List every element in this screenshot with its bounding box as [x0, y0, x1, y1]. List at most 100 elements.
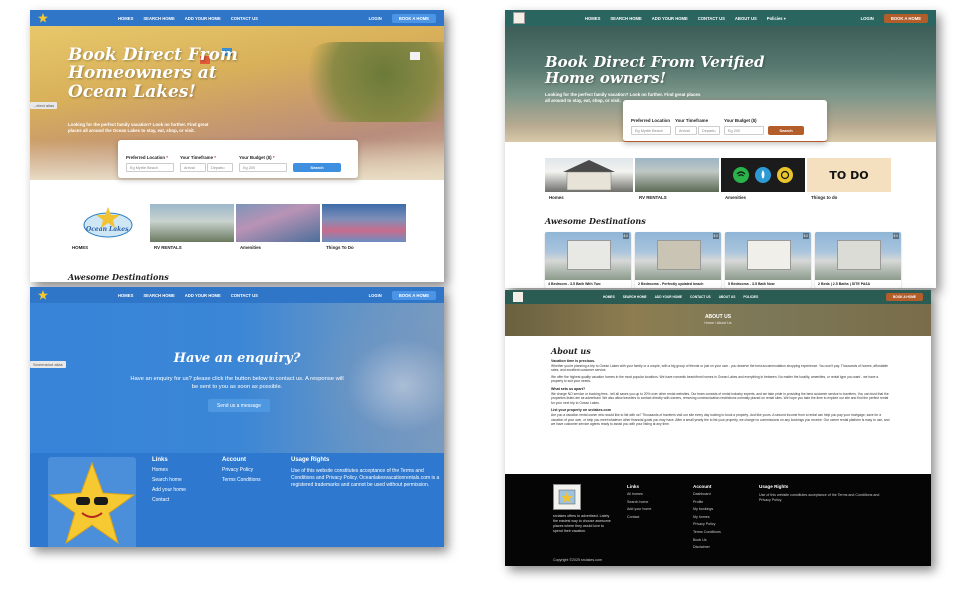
amenities-image — [236, 204, 320, 242]
wifi-icon — [733, 167, 749, 183]
nav-policies-label: Policies — [766, 15, 783, 21]
destination-title: 4 Bedroom - 3.5 Bath With Two — [548, 282, 601, 286]
nav-add-your-home[interactable]: ADD YOUR HOME — [185, 16, 221, 21]
footer-link-homes[interactable]: Homes — [152, 468, 186, 473]
arrival-input[interactable]: Arrival — [180, 163, 206, 172]
category-rv-rentals[interactable]: RV RENTALS — [150, 204, 234, 252]
category-things-to-do[interactable]: TO DO Things to do — [807, 158, 891, 202]
departure-input[interactable]: Departu — [207, 163, 233, 172]
category-amenities-label: Amenities — [240, 245, 261, 250]
footer-link-search-home[interactable]: Search home — [152, 478, 186, 483]
login-link[interactable]: LOGIN — [369, 16, 382, 21]
location-input[interactable]: Eg Myrtle Beach — [631, 126, 671, 135]
nav-contact-us[interactable]: CONTACT US — [231, 16, 258, 21]
category-rv-rentals[interactable]: RV RENTALS — [635, 158, 719, 202]
category-homes[interactable]: Homes — [545, 158, 633, 202]
enquiry-title: Have an enquiry? — [173, 351, 301, 366]
arrival-input[interactable]: Arrival — [675, 126, 697, 135]
nav-policies[interactable]: Policies ▾ — [767, 16, 786, 21]
category-things-to-do-label: Things to do — [811, 195, 838, 200]
nav-homes[interactable]: HOMES — [118, 293, 133, 298]
nav-add-your-home[interactable]: ADD YOUR HOME — [185, 293, 221, 298]
footer-link-profile[interactable]: Profile — [693, 500, 721, 505]
book-a-home-button[interactable]: BOOK A HOME — [886, 293, 923, 301]
copyright: Copyright ©2025 srclakes.com — [553, 558, 602, 562]
nav-search-home[interactable]: SEARCH HOME — [143, 293, 174, 298]
footer-link-terms[interactable]: Terms Conditions — [222, 478, 261, 483]
top-navbar: HOMES SEARCH HOME ADD YOUR HOME CONTACT … — [505, 290, 931, 304]
search-form: Preferred Location * Eg Myrtle Beach You… — [118, 140, 358, 178]
price-badge: $ 0 — [802, 233, 809, 239]
footer-link-my-homes[interactable]: My homes — [693, 515, 721, 520]
nav-homes[interactable]: HOMES — [603, 295, 615, 299]
nav-policies[interactable]: POLICIES — [743, 295, 758, 299]
price-badge: $ 0 — [892, 233, 899, 239]
footer-link-search-home[interactable]: Search home — [627, 500, 651, 505]
footer-link-add-home[interactable]: Add your home — [627, 508, 651, 512]
location-input[interactable]: Eg Myrtle Beach — [126, 163, 174, 172]
screenshot-about-us: HOMES SEARCH HOME ADD YOUR HOME CONTACT … — [505, 290, 931, 566]
footer-link-privacy[interactable]: Privacy Policy — [222, 468, 261, 473]
destination-card[interactable]: $ 0 2 Bedrooms - Perfectly updated beach — [635, 232, 721, 288]
destination-image: $ 0 — [635, 232, 721, 280]
timeframe-label: Your Timeframe — [180, 155, 214, 160]
book-a-home-button[interactable]: BOOK A HOME — [391, 13, 436, 23]
budget-field: Your Budget ($) Eg 200 — [724, 118, 764, 135]
destination-card[interactable]: $ 0 2 Beds | 2.5 Baths | SITE PA6A — [815, 232, 901, 288]
star-logo-icon[interactable] — [38, 13, 48, 23]
departure-input[interactable]: Departu — [698, 126, 720, 135]
budget-input[interactable]: Eg 200 — [724, 126, 764, 135]
location-label: Preferred Location — [126, 155, 166, 160]
footer-link-add-home[interactable]: Add your home — [152, 488, 186, 493]
nav-search-home[interactable]: SEARCH HOME — [143, 16, 174, 21]
footer-link-disclaimer[interactable]: Disclaimer — [693, 546, 721, 550]
nav-add-your-home[interactable]: ADD YOUR HOME — [655, 295, 682, 299]
footer-link-book-us[interactable]: Book Us — [693, 538, 721, 543]
footer-usage-heading: Usage Rights — [291, 457, 330, 463]
book-a-home-button[interactable]: BOOK A HOME — [883, 13, 928, 23]
login-link[interactable]: LOGIN — [369, 293, 382, 298]
book-a-home-button[interactable]: BOOK A HOME — [391, 290, 436, 300]
about-banner: ABOUT US Home / About Us — [505, 304, 931, 336]
category-things-to-do[interactable]: Things To Do — [322, 204, 406, 252]
budget-input[interactable]: Eg 200 — [239, 163, 287, 172]
site-logo-icon[interactable] — [513, 292, 523, 302]
footer-link-privacy[interactable]: Privacy Policy — [693, 523, 721, 527]
nav-search-home[interactable]: SEARCH HOME — [610, 16, 641, 21]
nav-contact-us[interactable]: CONTACT US — [698, 16, 725, 21]
destination-card[interactable]: $ 0 4 Bedroom - 3.5 Bath With Two — [545, 232, 631, 288]
footer-link-contact[interactable]: Contact — [627, 515, 651, 520]
timeframe-field: Your Timeframe Arrival Departu — [675, 118, 720, 135]
footer-link-terms[interactable]: Terms Conditions — [693, 530, 721, 535]
nav-about-us[interactable]: ABOUT US — [735, 16, 757, 21]
nav-homes[interactable]: HOMES — [118, 16, 133, 21]
footer-links-heading: Links — [627, 484, 639, 489]
nav-add-your-home[interactable]: ADD YOUR HOME — [652, 16, 688, 21]
category-amenities-label: Amenities — [725, 195, 746, 200]
login-link[interactable]: LOGIN — [861, 16, 874, 21]
location-field: Preferred Location * Eg Myrtle Beach — [126, 155, 174, 172]
send-message-button[interactable]: Send us a message — [208, 399, 270, 412]
category-amenities[interactable]: Amenities — [236, 204, 320, 252]
nav-contact-us[interactable]: CONTACT US — [690, 295, 711, 299]
footer-link-contact[interactable]: Contact — [152, 498, 186, 503]
footer-link-all-homes[interactable]: All homes — [627, 492, 651, 497]
search-button[interactable]: Search — [768, 126, 804, 135]
footer-link-dashboard[interactable]: Dashboard — [693, 492, 721, 497]
category-amenities[interactable]: Amenities — [721, 158, 805, 202]
site-logo-icon[interactable] — [513, 12, 525, 24]
to-do-image: TO DO — [807, 158, 891, 192]
nav-search-home[interactable]: SEARCH HOME — [623, 295, 647, 299]
footer-links-heading: Links — [152, 457, 168, 463]
category-homes[interactable]: Ocean Lakes HOMES — [68, 204, 148, 252]
nav-homes[interactable]: HOMES — [585, 16, 600, 21]
nav-about-us[interactable]: ABOUT US — [719, 295, 736, 299]
nav-contact-us[interactable]: CONTACT US — [231, 293, 258, 298]
star-logo-icon[interactable] — [38, 290, 48, 300]
hero-subtitle: Looking for the perfect family vacation?… — [68, 122, 209, 134]
footer-link-my-bookings[interactable]: My bookings — [693, 508, 721, 512]
destination-card[interactable]: $ 0 5 Bedrooms - 3.5 Bath Now — [725, 232, 811, 288]
section-heading: What sets us apart? — [551, 386, 586, 391]
search-button[interactable]: Search — [293, 163, 341, 172]
timeframe-field: Your Timeframe * Arrival Departu — [180, 155, 233, 172]
